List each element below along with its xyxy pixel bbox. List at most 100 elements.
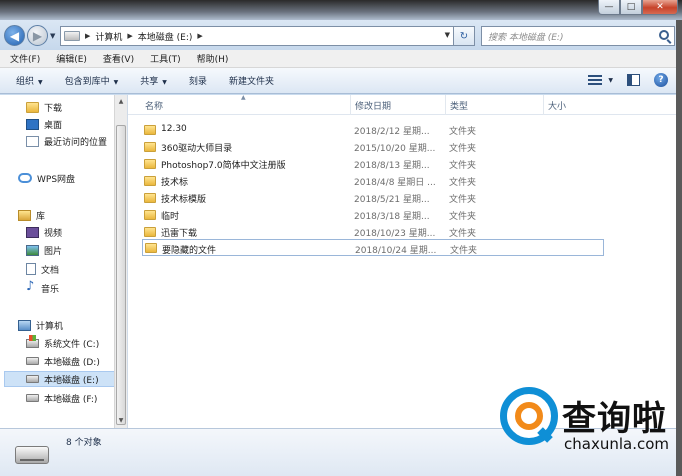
- sidebar-item-videos[interactable]: 视频: [26, 224, 62, 240]
- file-row[interactable]: 12.30 2018/2/12 星期... 文件夹: [142, 121, 604, 138]
- file-type: 文件夹: [449, 127, 477, 137]
- file-row[interactable]: 迅雷下载 2018/10/23 星期... 文件夹: [142, 223, 604, 240]
- view-options-icon[interactable]: [588, 75, 603, 85]
- breadcrumb-separator-icon[interactable]: ▶: [127, 32, 132, 40]
- drive-icon: [26, 375, 39, 383]
- file-type: 文件夹: [449, 229, 477, 239]
- breadcrumb-separator-icon[interactable]: ▶: [85, 32, 90, 40]
- share-button[interactable]: 共享 ▼: [140, 74, 167, 87]
- system-drive-icon: [26, 334, 39, 348]
- column-size[interactable]: 大小: [543, 95, 566, 115]
- watermark-logo-icon: [500, 387, 558, 445]
- breadcrumb-computer[interactable]: 计算机: [95, 30, 122, 43]
- include-in-library-button[interactable]: 包含到库中 ▼: [65, 74, 119, 87]
- chevron-down-icon: ▼: [38, 79, 43, 86]
- navigation-scrollbar[interactable]: ▲ ▼: [114, 95, 127, 428]
- file-date: 2018/2/12 星期...: [354, 127, 430, 137]
- sidebar-item-label: WPS网盘: [37, 174, 76, 185]
- help-icon[interactable]: ?: [654, 73, 668, 87]
- recent-places-icon: [26, 135, 39, 147]
- column-modified[interactable]: 修改日期: [350, 95, 391, 115]
- back-button[interactable]: ◀: [4, 25, 25, 46]
- sidebar-item-label: 库: [36, 211, 46, 222]
- file-date: 2018/5/21 星期...: [354, 195, 430, 205]
- file-name: 360驱动大师目录: [161, 144, 233, 154]
- file-row-selected[interactable]: 要隐藏的文件 2018/10/24 星期... 文件夹: [142, 239, 604, 256]
- address-bar[interactable]: ▶ 计算机 ▶ 本地磁盘 (E:) ▶ ▼ ↻: [60, 26, 475, 46]
- cloud-icon: [18, 173, 32, 183]
- sidebar-item-libraries[interactable]: 库: [18, 207, 45, 223]
- sidebar-item-music[interactable]: 音乐: [26, 279, 59, 296]
- sidebar-item-downloads[interactable]: 下载: [26, 99, 62, 115]
- file-name: 12.30: [161, 124, 187, 134]
- breadcrumb-drive-e[interactable]: 本地磁盘 (E:): [138, 30, 193, 43]
- menu-tools[interactable]: 工具(T): [150, 52, 181, 65]
- address-dropdown-icon[interactable]: ▼: [445, 31, 450, 39]
- menu-view[interactable]: 查看(V): [103, 52, 134, 65]
- sidebar-item-label: 本地磁盘 (F:): [44, 394, 98, 405]
- scroll-up-arrow-icon[interactable]: ▲: [115, 95, 127, 109]
- video-library-icon: [26, 226, 39, 238]
- recent-pages-dropdown[interactable]: ▼: [50, 32, 55, 40]
- sidebar-item-desktop[interactable]: 桌面: [26, 116, 62, 132]
- sidebar-item-label: 下载: [44, 103, 63, 114]
- refresh-button[interactable]: ↻: [453, 26, 475, 46]
- folder-icon: [144, 175, 156, 186]
- minimize-button[interactable]: —: [598, 0, 620, 15]
- file-date: 2018/10/23 星期...: [354, 229, 436, 239]
- file-name: 要隐藏的文件: [162, 246, 217, 256]
- status-item-count: 8 个对象: [66, 438, 102, 448]
- preview-pane-icon[interactable]: [627, 74, 640, 86]
- scrollbar-thumb[interactable]: [116, 125, 126, 425]
- file-row[interactable]: 技术标模版 2018/5/21 星期... 文件夹: [142, 189, 604, 206]
- menu-file[interactable]: 文件(F): [10, 52, 40, 65]
- sidebar-item-drive-f[interactable]: 本地磁盘 (F:): [26, 390, 97, 406]
- drive-icon: [64, 31, 80, 41]
- file-list: ▲ 名称 修改日期 类型 大小 12.30 2018/2/12 星期... 文件夹 …: [128, 94, 676, 428]
- file-row[interactable]: 360驱动大师目录 2015/10/20 星期... 文件夹: [142, 138, 604, 155]
- file-date: 2018/8/13 星期...: [354, 161, 430, 171]
- sidebar-item-recent-places[interactable]: 最近访问的位置: [26, 133, 107, 149]
- navigation-pane: 下载 桌面 最近访问的位置 WPS网盘 库 视频 图片 文档 音乐 计算机 系统…: [0, 95, 128, 428]
- column-type[interactable]: 类型: [445, 95, 468, 115]
- file-name: 临时: [161, 212, 180, 222]
- breadcrumb-separator-icon[interactable]: ▶: [197, 32, 202, 40]
- organize-button[interactable]: 组织 ▼: [16, 74, 43, 87]
- scroll-down-arrow-icon[interactable]: ▼: [115, 414, 127, 428]
- search-placeholder: 搜索 本地磁盘 (E:): [488, 32, 564, 43]
- sidebar-item-drive-c[interactable]: 系统文件 (C:): [26, 334, 99, 351]
- search-icon[interactable]: [659, 30, 669, 40]
- column-name[interactable]: 名称: [145, 99, 163, 112]
- file-name: 迅雷下载: [161, 229, 198, 239]
- folder-icon: [144, 192, 156, 203]
- file-date: 2015/10/20 星期...: [354, 144, 436, 154]
- sidebar-item-label: 桌面: [44, 120, 63, 131]
- sidebar-item-computer[interactable]: 计算机: [18, 317, 63, 333]
- drive-icon: [26, 357, 39, 365]
- file-row[interactable]: 技术标 2018/4/8 星期日 ... 文件夹: [142, 172, 604, 189]
- folder-icon: [144, 124, 156, 135]
- close-button[interactable]: ✕: [642, 0, 678, 15]
- file-date: 2018/4/8 星期日 ...: [354, 178, 436, 188]
- sidebar-item-drive-d[interactable]: 本地磁盘 (D:): [26, 353, 100, 369]
- picture-library-icon: [26, 244, 39, 256]
- computer-icon: [18, 319, 31, 331]
- sidebar-item-documents[interactable]: 文档: [26, 261, 59, 277]
- file-row[interactable]: 临时 2018/3/18 星期... 文件夹: [142, 206, 604, 223]
- search-input[interactable]: 搜索 本地磁盘 (E:): [481, 26, 675, 46]
- sidebar-item-wps-drive[interactable]: WPS网盘: [18, 170, 75, 186]
- sidebar-item-pictures[interactable]: 图片: [26, 242, 62, 258]
- sidebar-item-drive-e[interactable]: 本地磁盘 (E:): [4, 371, 116, 387]
- watermark: 查询啦 chaxunla.com: [500, 385, 678, 461]
- folder-icon: [145, 242, 157, 253]
- file-row[interactable]: Photoshop7.0简体中文注册版 2018/8/13 星期... 文件夹: [142, 155, 604, 172]
- new-folder-button[interactable]: 新建文件夹: [229, 74, 274, 87]
- burn-button[interactable]: 刻录: [189, 74, 207, 87]
- forward-button[interactable]: ▶: [27, 25, 48, 46]
- menu-help[interactable]: 帮助(H): [197, 52, 229, 65]
- watermark-url: chaxunla.com: [564, 435, 669, 453]
- maximize-button[interactable]: □: [620, 0, 642, 15]
- menu-edit[interactable]: 编辑(E): [56, 52, 87, 65]
- chevron-down-icon[interactable]: ▼: [608, 77, 613, 84]
- column-headers: ▲ 名称 修改日期 类型 大小: [128, 94, 676, 115]
